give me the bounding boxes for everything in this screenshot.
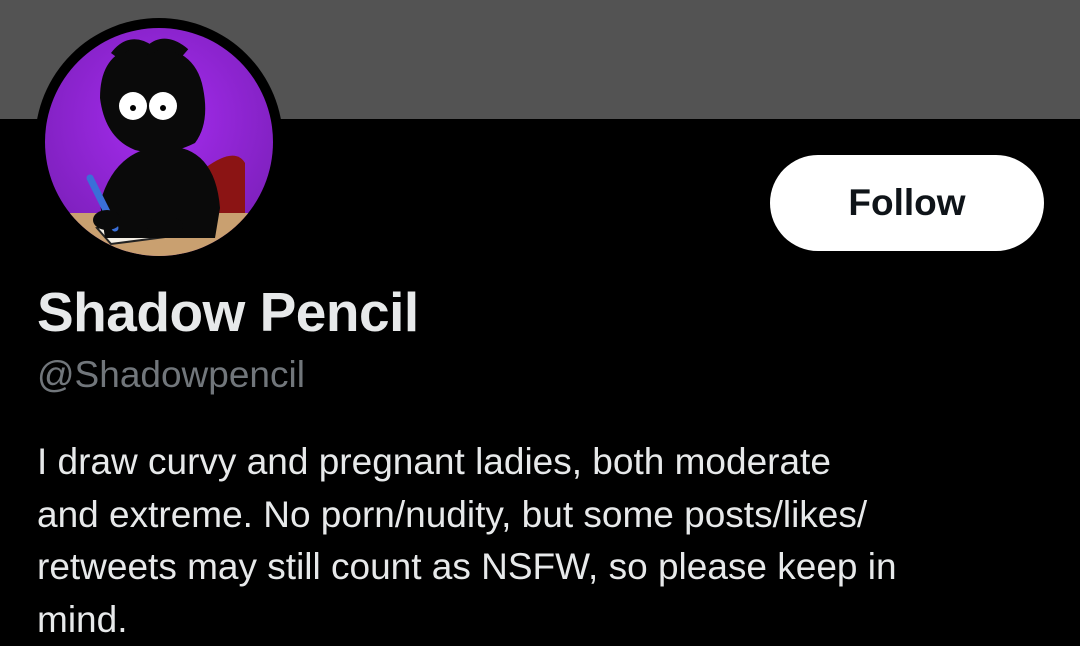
bio-line: I draw curvy and pregnant ladies, both m… <box>37 436 1037 489</box>
bio-line: retweets may still count as NSFW, so ple… <box>37 541 1037 594</box>
profile-bio: I draw curvy and pregnant ladies, both m… <box>37 436 1037 646</box>
display-name: Shadow Pencil <box>37 280 419 344</box>
profile-avatar[interactable] <box>35 18 283 266</box>
user-handle: @Shadowpencil <box>37 354 305 396</box>
shadow-character-icon <box>45 28 273 256</box>
avatar-image <box>45 28 273 256</box>
follow-button[interactable]: Follow <box>770 155 1044 251</box>
bio-line: and extreme. No porn/nudity, but some po… <box>37 489 1037 542</box>
bio-line: mind. <box>37 594 1037 646</box>
